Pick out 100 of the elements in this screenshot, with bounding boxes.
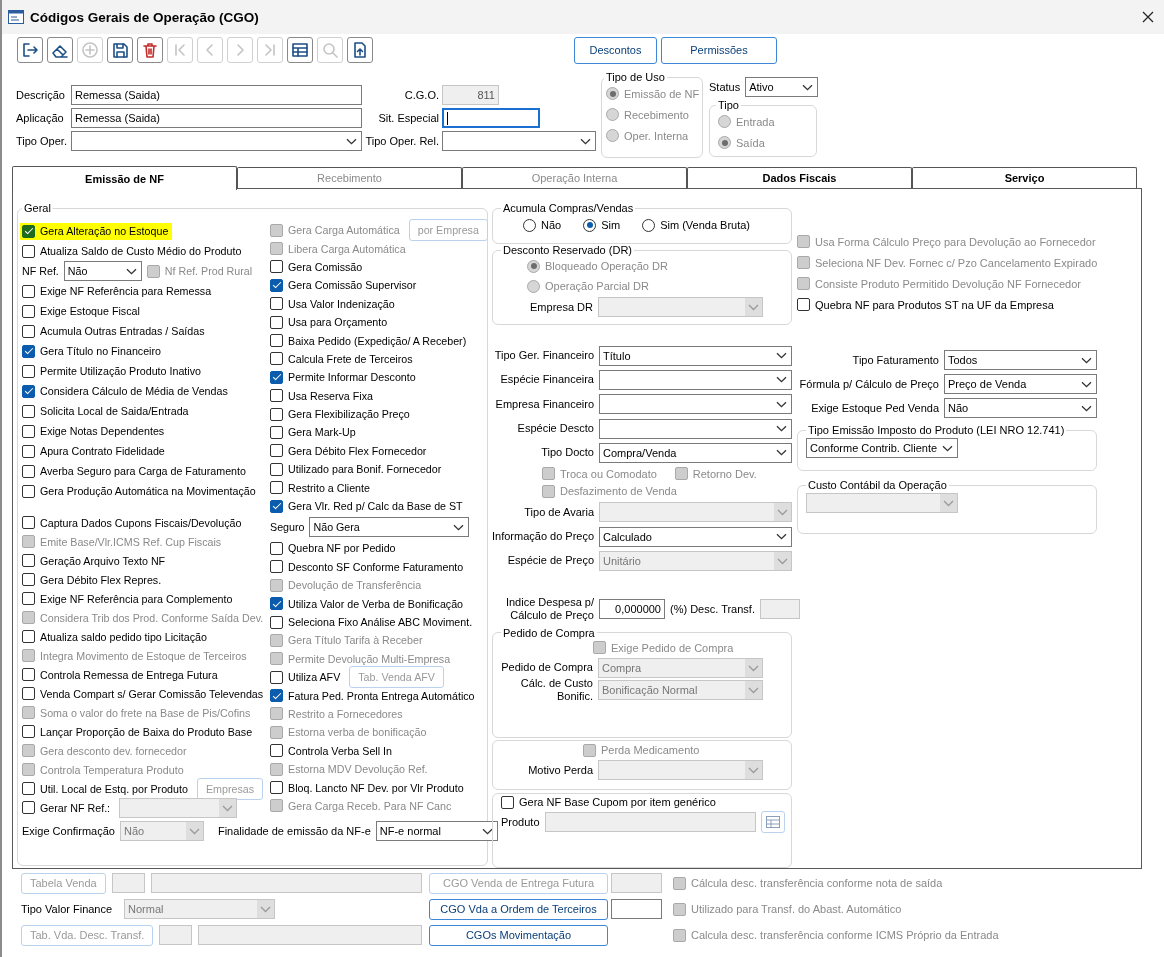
dropdown[interactable]: Não [944, 398, 1097, 418]
dropdown[interactable] [599, 394, 792, 415]
checkbox[interactable] [270, 689, 283, 703]
text-field[interactable]: 0,000000 [599, 599, 665, 620]
checkbox[interactable] [270, 462, 283, 476]
dropdown[interactable]: Preço de Venda [944, 374, 1097, 394]
checkbox[interactable] [22, 364, 35, 378]
dropdown[interactable]: Título [599, 345, 792, 366]
checkbox[interactable] [22, 687, 35, 700]
radio-button[interactable] [642, 218, 656, 232]
checkbox-label: Seleciona NF Dev. Fornec c/ Pzo Cancelamento Expirado [815, 256, 1098, 269]
dropdown[interactable] [71, 131, 362, 151]
checkbox[interactable] [22, 484, 35, 498]
checkbox[interactable] [22, 344, 35, 358]
dropdown[interactable]: Não [63, 261, 142, 281]
dropdown[interactable]: NF-e normal [375, 821, 498, 841]
checkbox[interactable] [22, 244, 35, 258]
text-field[interactable] [611, 899, 662, 919]
checkbox[interactable] [270, 499, 283, 513]
checkbox-label: Considera Cálculo de Média de Vendas [40, 385, 228, 397]
close-icon[interactable] [1142, 11, 1154, 23]
checkbox[interactable] [270, 615, 283, 629]
checkbox[interactable] [22, 725, 35, 738]
checkbox[interactable] [22, 554, 35, 567]
toolbar-button[interactable] [137, 37, 163, 63]
checkbox[interactable] [270, 781, 283, 794]
checkbox[interactable] [270, 278, 283, 292]
checkbox[interactable] [270, 541, 283, 555]
toolbar-button[interactable] [107, 37, 133, 63]
checkbox[interactable] [22, 404, 35, 418]
checkbox[interactable] [22, 592, 35, 605]
chevron-down-icon [942, 444, 953, 452]
chevron-down-icon [802, 83, 814, 91]
dropdown[interactable]: Compra/Venda [599, 442, 792, 463]
checkbox[interactable] [22, 516, 35, 529]
checkbox[interactable] [270, 334, 283, 348]
checkbox[interactable] [270, 297, 283, 311]
checkbox[interactable] [270, 670, 283, 684]
action-button[interactable]: Descontos [574, 36, 657, 64]
checkbox[interactable] [270, 481, 283, 495]
dropdown[interactable] [599, 369, 792, 390]
trash-icon [140, 40, 160, 60]
checkbox[interactable] [270, 407, 283, 421]
dropdown[interactable]: Conforme Contrib. Cliente [806, 438, 958, 458]
field-label: Espécie Descto [516, 422, 594, 436]
toolbar-button[interactable] [17, 37, 43, 63]
checkbox[interactable] [270, 426, 283, 439]
text-field[interactable] [442, 108, 540, 128]
checkbox[interactable] [22, 284, 35, 298]
dropdown[interactable] [599, 418, 792, 439]
checkbox-label: Exige Pedido de Compra [611, 641, 734, 654]
checkbox[interactable] [22, 573, 35, 586]
checkbox[interactable] [22, 464, 35, 478]
toolbar-button[interactable] [287, 37, 313, 63]
checkbox-label: Apura Contrato Fidelidade [40, 445, 165, 457]
checkbox[interactable] [22, 630, 35, 643]
tab[interactable]: Emissão de NF [12, 166, 237, 190]
checkbox[interactable] [270, 370, 283, 384]
checkbox-label: Averba Seguro para Carga de Faturamento [40, 465, 246, 477]
action-button[interactable]: CGOs Movimentação [429, 924, 608, 946]
text-field[interactable]: Remessa (Saida) [71, 85, 362, 105]
checkbox[interactable] [22, 224, 35, 238]
checkbox-label: Gera Débito Flex Repres. [40, 573, 162, 586]
checkbox[interactable] [270, 315, 283, 329]
dropdown[interactable]: Calculado [599, 526, 792, 547]
dropdown[interactable]: Ativo [745, 77, 819, 97]
checkbox[interactable] [22, 668, 35, 681]
tab[interactable]: Dados Fiscais [687, 167, 912, 188]
dropdown[interactable]: Não Gera [309, 517, 470, 538]
checkbox[interactable] [270, 352, 283, 366]
checkbox[interactable] [22, 801, 35, 814]
checkbox[interactable] [270, 389, 283, 403]
checkbox[interactable] [22, 304, 35, 318]
checkbox[interactable] [22, 444, 35, 458]
field-label: Tipo de Avaria [523, 505, 594, 519]
text-field[interactable]: Remessa (Saida) [71, 108, 362, 128]
dropdown[interactable] [442, 131, 596, 151]
dropdown[interactable]: Todos [944, 350, 1097, 370]
checkbox-label: Solicita Local de Saida/Entrada [40, 405, 189, 417]
checkbox[interactable] [797, 298, 810, 311]
checkbox[interactable] [22, 782, 35, 795]
checkbox[interactable] [270, 560, 283, 574]
checkbox[interactable] [270, 444, 283, 458]
checkbox[interactable] [501, 795, 514, 809]
checkbox-label: Acumula Outras Entradas / Saídas [40, 325, 205, 337]
checkbox[interactable] [22, 324, 35, 338]
checkbox[interactable] [22, 424, 35, 438]
radio-button[interactable] [523, 218, 536, 232]
action-button[interactable]: Permissões [661, 36, 777, 64]
tab[interactable]: Serviço [912, 167, 1137, 188]
toolbar-button[interactable] [347, 37, 373, 63]
action-button[interactable]: CGO Vda a Ordem de Terceiros [429, 898, 608, 920]
toolbar-button[interactable] [47, 37, 73, 63]
checkbox-label: Estorna verba de bonificação [288, 726, 427, 739]
checkbox[interactable] [270, 597, 283, 611]
checkbox[interactable] [270, 260, 283, 274]
field-label: Tipo Ger. Financeiro [493, 349, 594, 363]
radio-button[interactable] [583, 218, 597, 232]
checkbox[interactable] [22, 384, 35, 398]
checkbox[interactable] [270, 744, 283, 758]
